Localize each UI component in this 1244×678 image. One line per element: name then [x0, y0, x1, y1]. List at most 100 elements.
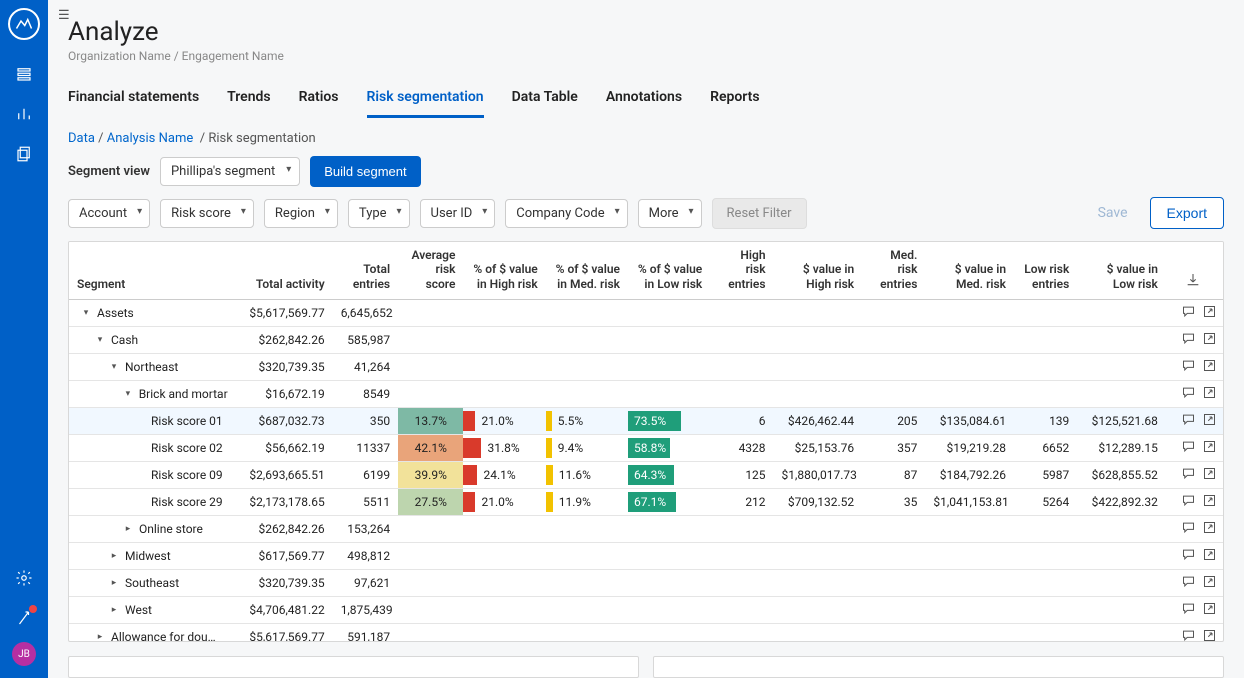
- chevron-down-icon[interactable]: ▾: [123, 389, 133, 399]
- table-row[interactable]: ▸Southeast$320,739.3597,621: [69, 570, 1223, 597]
- filter-account[interactable]: Account: [68, 199, 150, 228]
- comment-icon[interactable]: [1181, 412, 1196, 430]
- page-title: Analyze: [68, 17, 1224, 47]
- chevron-right-icon[interactable]: ▸: [109, 605, 119, 615]
- expand-icon[interactable]: [1202, 439, 1217, 457]
- col-segment[interactable]: Segment: [69, 242, 236, 300]
- comment-icon[interactable]: [1181, 601, 1196, 619]
- tab-financial-statements[interactable]: Financial statements: [68, 83, 199, 118]
- chevron-down-icon[interactable]: ▾: [109, 362, 119, 372]
- segment-label: Brick and mortar: [139, 387, 228, 401]
- segment-label: Risk score 01: [151, 414, 223, 428]
- chevron-right-icon[interactable]: ▸: [109, 578, 119, 588]
- table-row[interactable]: ▸Online store$262,842.26153,264: [69, 516, 1223, 543]
- col-val-med[interactable]: $ value in Med. risk: [925, 242, 1014, 300]
- expand-icon[interactable]: [1202, 547, 1217, 565]
- table-row[interactable]: ▾Northeast$320,739.3541,264: [69, 354, 1223, 381]
- footer-panel-left: [68, 656, 639, 678]
- tab-risk-segmentation[interactable]: Risk segmentation: [367, 83, 484, 118]
- comment-icon[interactable]: [1181, 574, 1196, 592]
- nav-list-icon[interactable]: [8, 58, 40, 90]
- comment-icon[interactable]: [1181, 439, 1196, 457]
- comment-icon[interactable]: [1181, 628, 1196, 642]
- expand-icon[interactable]: [1202, 628, 1217, 642]
- settings-gear-icon[interactable]: [8, 562, 40, 594]
- tab-data-table[interactable]: Data Table: [512, 83, 578, 118]
- build-segment-button[interactable]: Build segment: [310, 156, 420, 187]
- chevron-right-icon[interactable]: ▸: [123, 524, 133, 534]
- expand-icon[interactable]: [1202, 331, 1217, 349]
- user-avatar[interactable]: JB: [12, 642, 36, 666]
- segment-label: Cash: [111, 333, 138, 347]
- expand-icon[interactable]: [1202, 493, 1217, 511]
- col-download[interactable]: [1166, 242, 1223, 300]
- chevron-down-icon[interactable]: ▾: [95, 335, 105, 345]
- col-low-entries[interactable]: Low risk entries: [1014, 242, 1077, 300]
- segment-label: Risk score 09: [151, 468, 223, 482]
- expand-icon[interactable]: [1202, 466, 1217, 484]
- expand-icon[interactable]: [1202, 358, 1217, 376]
- table-row[interactable]: ▾Brick and mortar$16,672.198549: [69, 381, 1223, 408]
- comment-icon[interactable]: [1181, 547, 1196, 565]
- filter-type[interactable]: Type: [348, 199, 410, 228]
- segment-view-select[interactable]: Phillipa's segment: [160, 157, 300, 186]
- sidebar: JB: [0, 0, 48, 678]
- table-row[interactable]: ▾Cash$262,842.26585,987: [69, 327, 1223, 354]
- comment-icon[interactable]: [1181, 466, 1196, 484]
- table-row[interactable]: Risk score 01 ⓘ$687,032.7335013.7%21.0%5…: [69, 408, 1223, 435]
- segment-label: Northeast: [125, 360, 178, 374]
- filter-company-code[interactable]: Company Code: [505, 199, 627, 228]
- col-high-entries[interactable]: High risk entries: [710, 242, 773, 300]
- comment-icon[interactable]: [1181, 304, 1196, 322]
- expand-icon[interactable]: [1202, 601, 1217, 619]
- app-logo[interactable]: [8, 8, 40, 40]
- tab-annotations[interactable]: Annotations: [606, 83, 682, 118]
- segment-label: Risk score 02: [151, 441, 223, 455]
- chevron-down-icon[interactable]: ▾: [81, 308, 91, 318]
- table-row[interactable]: ▸West$4,706,481.221,875,439: [69, 597, 1223, 624]
- filter-more[interactable]: More: [638, 199, 702, 228]
- expand-icon[interactable]: [1202, 412, 1217, 430]
- comment-icon[interactable]: [1181, 385, 1196, 403]
- breadcrumb-analysis[interactable]: Analysis Name: [107, 131, 194, 146]
- comment-icon[interactable]: [1181, 520, 1196, 538]
- expand-icon[interactable]: [1202, 574, 1217, 592]
- expand-icon[interactable]: [1202, 304, 1217, 322]
- notifications-icon[interactable]: [8, 602, 40, 634]
- filter-risk-score[interactable]: Risk score: [160, 199, 254, 228]
- chevron-right-icon[interactable]: ▸: [95, 632, 105, 642]
- comment-icon[interactable]: [1181, 493, 1196, 511]
- filter-region[interactable]: Region: [264, 199, 338, 228]
- tab-ratios[interactable]: Ratios: [299, 83, 339, 118]
- col-med-entries[interactable]: Med. risk entries: [862, 242, 925, 300]
- col-val-high[interactable]: $ value in High risk: [774, 242, 863, 300]
- table-row[interactable]: ▾Assets$5,617,569.776,645,652: [69, 300, 1223, 327]
- col-pct-high[interactable]: % of $ value in High risk: [463, 242, 545, 300]
- nav-chart-icon[interactable]: [8, 98, 40, 130]
- col-avg-risk[interactable]: Average risk score: [398, 242, 463, 300]
- col-total-activity[interactable]: Total activity: [236, 242, 333, 300]
- col-val-low[interactable]: $ value in Low risk: [1077, 242, 1166, 300]
- col-total-entries[interactable]: Total entries: [333, 242, 398, 300]
- breadcrumb: Data / Analysis Name / Risk segmentation: [48, 119, 1244, 154]
- col-pct-med[interactable]: % of $ value in Med. risk: [546, 242, 628, 300]
- tab-trends[interactable]: Trends: [227, 83, 270, 118]
- table-row[interactable]: Risk score 02 ⓘ$56,662.191133742.1%31.8%…: [69, 435, 1223, 462]
- chevron-right-icon[interactable]: ▸: [109, 551, 119, 561]
- table-row[interactable]: ▸Midwest$617,569.77498,812: [69, 543, 1223, 570]
- breadcrumb-data[interactable]: Data: [68, 131, 95, 146]
- expand-icon[interactable]: [1202, 385, 1217, 403]
- table-row[interactable]: Risk score 09 ⓘ$2,693,665.51619939.9%24.…: [69, 462, 1223, 489]
- comment-icon[interactable]: [1181, 358, 1196, 376]
- comment-icon[interactable]: [1181, 331, 1196, 349]
- tab-reports[interactable]: Reports: [710, 83, 760, 118]
- table-row[interactable]: Risk score 29 ⓘ$2,173,178.65551127.5%21.…: [69, 489, 1223, 516]
- col-pct-low[interactable]: % of $ value in Low risk: [628, 242, 710, 300]
- reset-filter-button: Reset Filter: [712, 198, 807, 229]
- filter-user-id[interactable]: User ID: [420, 199, 496, 228]
- breadcrumb-current: Risk segmentation: [208, 131, 315, 146]
- nav-copy-icon[interactable]: [8, 138, 40, 170]
- export-button[interactable]: Export: [1150, 197, 1224, 229]
- table-row[interactable]: ▸Allowance for dou…$5,617,569.77591,187: [69, 624, 1223, 642]
- expand-icon[interactable]: [1202, 520, 1217, 538]
